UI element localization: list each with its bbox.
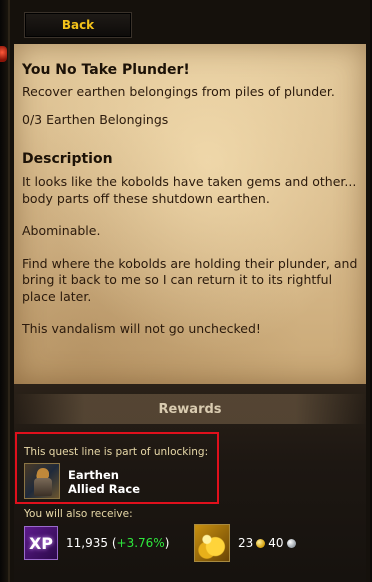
rewards-header: Rewards: [14, 394, 366, 424]
description-paragraph: This vandalism will not go unchecked!: [22, 321, 261, 336]
xp-icon[interactable]: XP: [24, 526, 58, 560]
also-receive-label: You will also receive:: [24, 508, 133, 520]
xp-bonus-close: ): [164, 536, 170, 550]
xp-reward-text: 11,935 (+3.76%): [66, 536, 169, 550]
description-paragraph: Abominable.: [22, 223, 101, 238]
silver-amount: 40: [268, 536, 284, 550]
description-paragraph: It looks like the kobolds have taken gem…: [22, 174, 357, 206]
quest-title: You No Take Plunder!: [22, 62, 190, 78]
race-icon-torso: [34, 478, 52, 496]
quest-objective: 0/3 Earthen Belongings: [22, 112, 169, 127]
earthen-race-icon[interactable]: [24, 463, 60, 499]
unlock-item-name: Earthen Allied Race: [68, 468, 140, 496]
unlock-label: This quest line is part of unlocking:: [24, 446, 209, 458]
quest-parchment: You No Take Plunder! Recover earthen bel…: [14, 44, 366, 384]
quest-summary: Recover earthen belongings from piles of…: [22, 84, 335, 99]
frame-gem-decoration: [0, 46, 7, 62]
money-reward: 23 40: [238, 536, 296, 550]
description-paragraph: Find where the kobolds are holding their…: [22, 255, 358, 304]
xp-bonus: +3.76%: [116, 536, 165, 550]
silver-coin-icon: [286, 538, 296, 548]
description-heading: Description: [22, 151, 113, 167]
gold-amount: 23: [238, 536, 254, 550]
back-button[interactable]: Back: [24, 12, 132, 38]
gold-coins-icon[interactable]: [194, 524, 230, 562]
xp-amount: 11,935: [66, 536, 108, 550]
quest-description: It looks like the kobolds have taken gem…: [22, 174, 358, 354]
gold-coin-icon: [256, 538, 266, 548]
